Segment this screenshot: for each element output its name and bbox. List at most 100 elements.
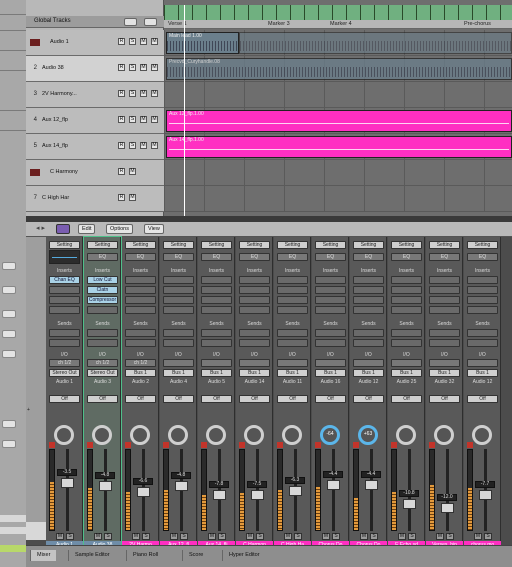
timeline[interactable]: Verse 1 Marker 3 Marker 4 Pre-chorus Mai… <box>164 0 512 216</box>
setting-button[interactable]: Setting <box>125 241 156 249</box>
automation-mode[interactable]: Off <box>429 395 460 403</box>
setting-button[interactable]: Setting <box>391 241 422 249</box>
automation-mode[interactable]: Off <box>277 395 308 403</box>
solo-button[interactable]: S <box>446 533 454 540</box>
mute-button[interactable]: M <box>132 533 140 540</box>
inspector-box[interactable] <box>2 420 16 428</box>
track-lane-2[interactable]: Precvd_Curyhandle.08 <box>164 56 512 82</box>
insert-slot[interactable]: Chan EQ <box>49 276 80 284</box>
peak-indicator[interactable] <box>353 442 359 448</box>
mute-button[interactable]: M <box>151 116 158 123</box>
track-lane-6[interactable] <box>164 160 512 186</box>
tab-sample-editor[interactable]: Sample Editor <box>68 550 116 561</box>
output-slot[interactable]: Bus 1 <box>467 369 498 377</box>
record-button[interactable]: R <box>118 64 125 71</box>
audio-region-precvd[interactable]: Precvd_Curyhandle.08 <box>166 58 512 80</box>
insert-slot[interactable] <box>201 276 232 284</box>
channel-strip[interactable]: Setting EQ Inserts Sends I/O Bus 1 Audio 4 Off -… <box>160 237 197 555</box>
insert-slot[interactable] <box>277 296 308 304</box>
peak-indicator[interactable] <box>315 442 321 448</box>
channel-strip[interactable]: Setting EQ Inserts Sends I/O Bus 1 Audio 12 Off… <box>350 237 387 555</box>
input-slot[interactable]: ch 1/2 <box>49 359 80 367</box>
mute-button[interactable]: M <box>398 533 406 540</box>
volume-fader[interactable] <box>251 490 264 500</box>
channel-strip[interactable]: Setting EQ Inserts Sends I/O Bus 1 Audio 11 Off… <box>274 237 311 555</box>
track-lane-7[interactable] <box>164 186 512 212</box>
solo-button[interactable]: S <box>129 64 136 71</box>
send-slot[interactable] <box>429 339 460 347</box>
send-slot[interactable] <box>49 339 80 347</box>
track-header[interactable]: 3 2V Harmony... R S M M <box>26 82 164 108</box>
insert-slot[interactable] <box>429 276 460 284</box>
input-slot[interactable] <box>239 359 270 367</box>
volume-fader[interactable] <box>479 490 492 500</box>
inspector-box[interactable] <box>2 440 16 448</box>
channel-strip[interactable]: Setting EQ Inserts Sends I/O Bus 1 Audio 14 Off… <box>236 237 273 555</box>
solo-button[interactable]: S <box>104 533 112 540</box>
track-name[interactable]: 2V Harmony... <box>42 91 77 97</box>
mute-button[interactable]: M <box>129 194 136 201</box>
solo-button[interactable]: S <box>66 533 74 540</box>
fader-track[interactable] <box>332 449 335 531</box>
solo-button[interactable]: S <box>180 533 188 540</box>
output-slot[interactable]: Bus 1 <box>163 369 194 377</box>
mute-button[interactable]: M <box>284 533 292 540</box>
insert-slot[interactable] <box>315 306 346 314</box>
peak-indicator[interactable] <box>201 442 207 448</box>
channel-strip[interactable]: Setting EQ Inserts Low Cut Clatn Compressor Se… <box>83 236 122 556</box>
automation-mode[interactable]: Off <box>353 395 384 403</box>
track-header[interactable]: 4 Aux 12_flp R S M M <box>26 108 164 134</box>
automation-mode[interactable]: Off <box>163 395 194 403</box>
mute-button[interactable]: M <box>322 533 330 540</box>
insert-slot[interactable] <box>391 306 422 314</box>
peak-indicator[interactable] <box>391 442 397 448</box>
mute-button[interactable]: M <box>129 168 136 175</box>
track-name[interactable]: Aux 14_flp <box>42 143 68 149</box>
insert-slot[interactable] <box>467 306 498 314</box>
mute-button[interactable]: M <box>94 533 102 540</box>
insert-slot[interactable] <box>391 296 422 304</box>
setting-button[interactable]: Setting <box>353 241 384 249</box>
insert-slot[interactable] <box>125 296 156 304</box>
output-slot[interactable]: Stereo Out <box>49 369 80 377</box>
insert-slot[interactable] <box>277 306 308 314</box>
input-slot[interactable] <box>429 359 460 367</box>
eq-button[interactable]: EQ <box>315 253 346 261</box>
insert-slot[interactable]: Clatn <box>87 286 118 294</box>
input-slot[interactable] <box>467 359 498 367</box>
pan-knob[interactable] <box>282 425 302 445</box>
volume-fader[interactable] <box>403 499 416 509</box>
record-button[interactable]: R <box>118 38 125 45</box>
insert-slot[interactable] <box>353 276 384 284</box>
send-slot[interactable] <box>467 329 498 337</box>
record-button[interactable]: R <box>118 116 125 123</box>
input-slot[interactable] <box>163 359 194 367</box>
track-header[interactable]: 5 Aux 14_flp R S M M <box>26 134 164 160</box>
send-slot[interactable] <box>353 339 384 347</box>
insert-slot[interactable] <box>239 296 270 304</box>
solo-button[interactable]: S <box>142 533 150 540</box>
insert-slot[interactable] <box>125 276 156 284</box>
marker-pre-chorus[interactable]: Pre-chorus <box>464 21 491 27</box>
insert-slot[interactable] <box>163 296 194 304</box>
peak-indicator[interactable] <box>49 442 55 448</box>
insert-slot[interactable] <box>277 276 308 284</box>
insert-slot[interactable] <box>239 306 270 314</box>
automation-mode[interactable]: Off <box>87 395 118 403</box>
insert-slot[interactable] <box>201 286 232 294</box>
volume-fader[interactable] <box>213 490 226 500</box>
insert-slot[interactable] <box>391 276 422 284</box>
channel-strip[interactable]: Setting Inserts Chan EQ Sends I/O ch 1/2 Stere… <box>46 237 83 555</box>
automation-mode[interactable]: Off <box>391 395 422 403</box>
automation-mode[interactable]: Off <box>125 395 156 403</box>
volume-fader[interactable] <box>99 481 112 491</box>
insert-slot[interactable]: Compressor <box>87 296 118 304</box>
mute-button[interactable]: M <box>151 142 158 149</box>
mute-button[interactable]: M <box>151 38 158 45</box>
track-lane-1[interactable]: Main lead 1.00 <box>164 30 512 56</box>
insert-slot[interactable] <box>429 286 460 294</box>
output-slot[interactable]: Stereo Out <box>87 369 118 377</box>
send-slot[interactable] <box>467 339 498 347</box>
insert-slot[interactable] <box>125 286 156 294</box>
setting-button[interactable]: Setting <box>87 241 118 249</box>
